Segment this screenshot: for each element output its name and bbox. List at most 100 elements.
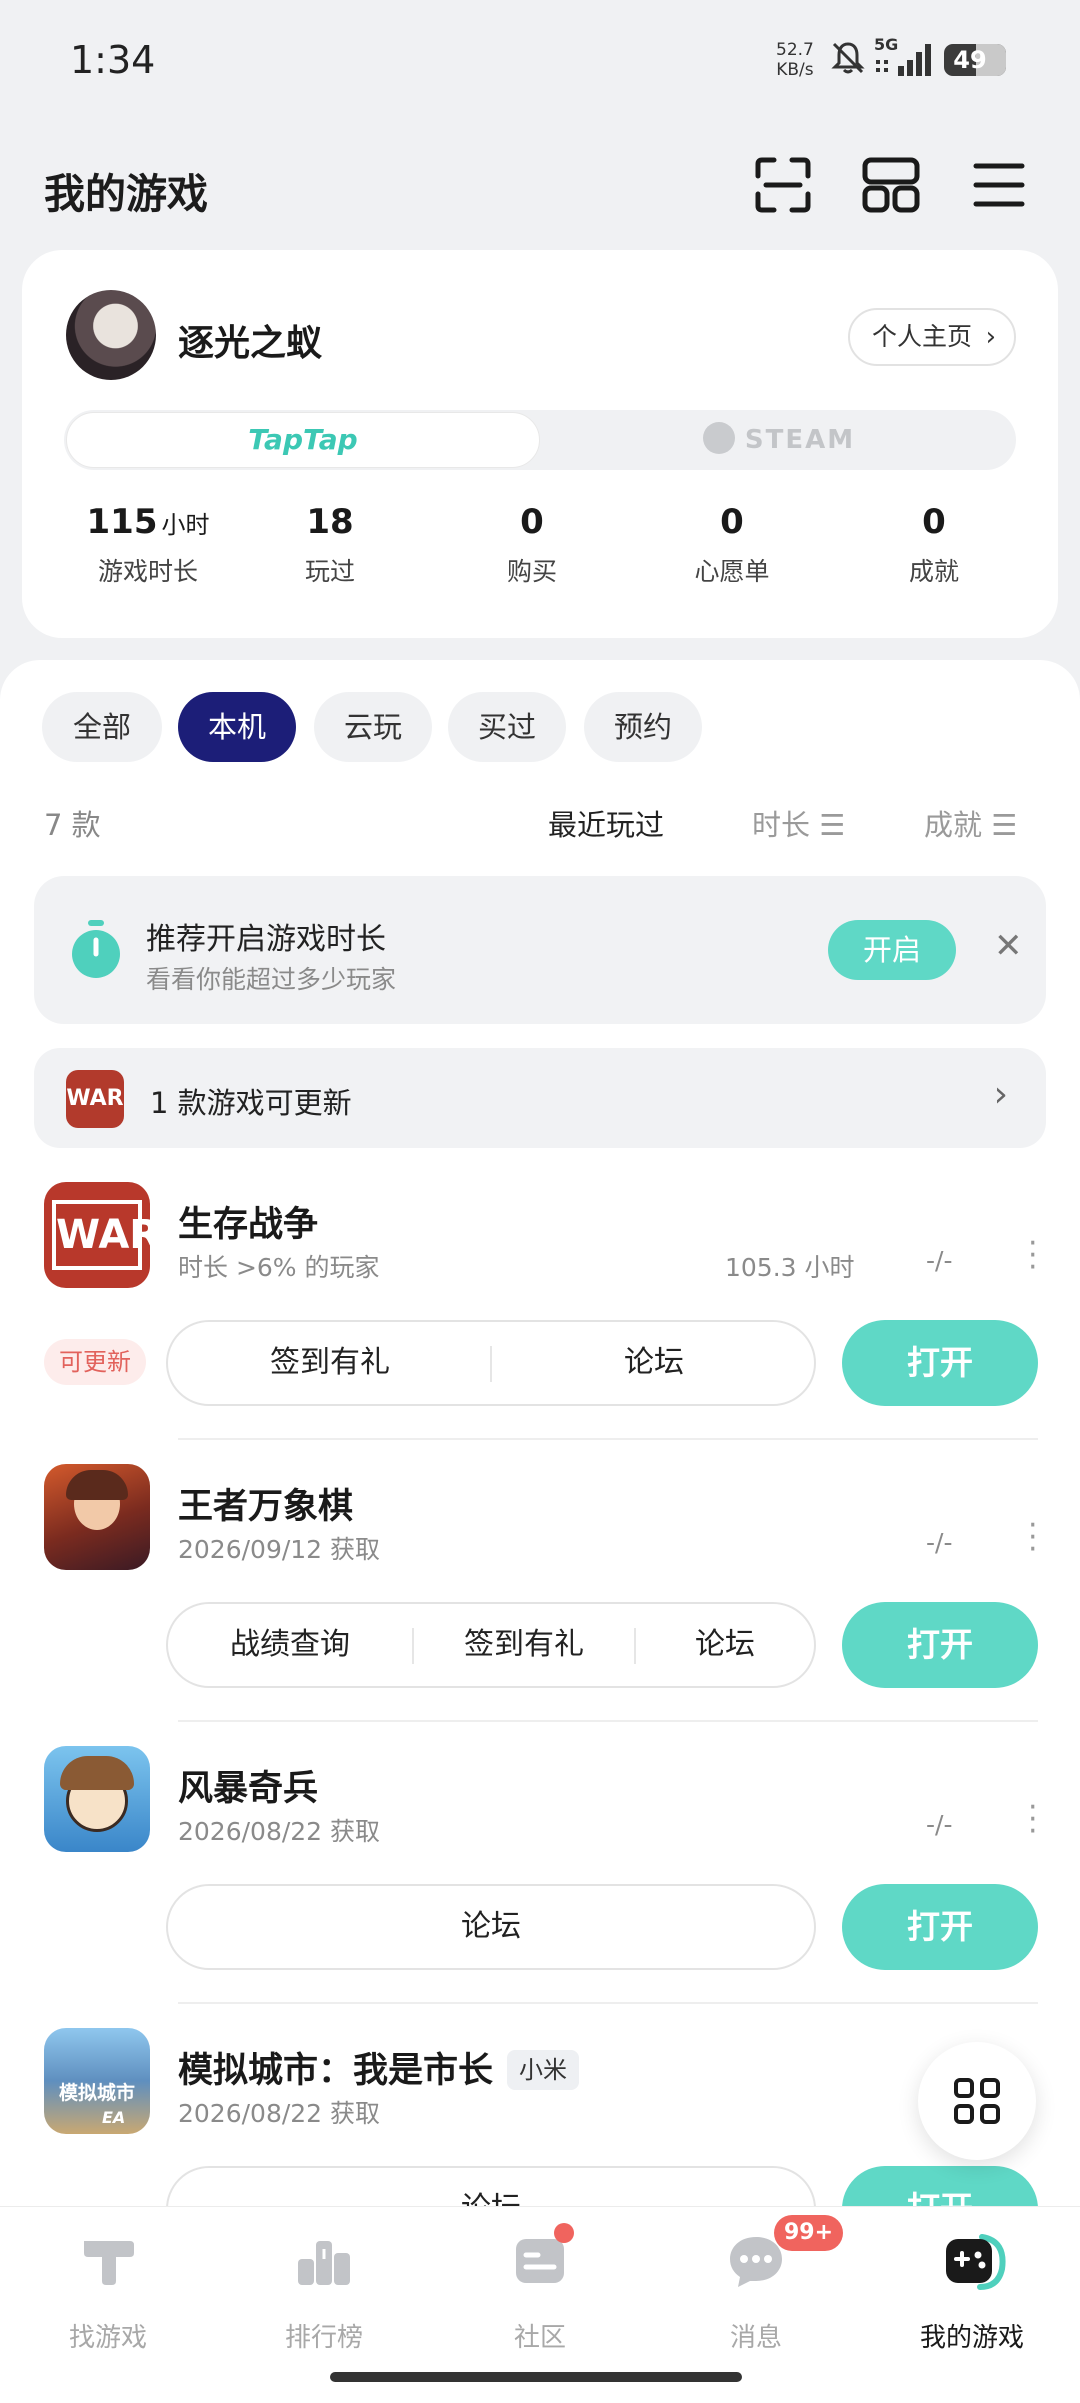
game-subtitle: 2026/08/22 获取 [178,2099,381,2128]
filter-tab-bought[interactable]: 买过 [448,692,566,762]
sort-recent[interactable]: 最近玩过 [548,802,664,844]
filter-tab-reserved[interactable]: 预约 [584,692,702,762]
signal-5g-icon: 5G [874,36,931,76]
chevron-right-icon: › [993,1074,1008,1115]
open-game-button[interactable]: 打开 [842,1320,1038,1406]
platform-steam-label: STEAM [744,425,856,455]
filter-tab-local[interactable]: 本机 [178,692,296,762]
menu-icon[interactable] [964,150,1034,220]
sort-icon: ☰ [991,808,1018,842]
update-available-bar[interactable]: WAR 1 款游戏可更新 › [34,1048,1046,1148]
updatable-tag: 可更新 [44,1339,146,1385]
nav-my-games[interactable]: 我的游戏 [864,2207,1080,2357]
game-icon-king-chess[interactable] [44,1464,150,1570]
open-game-button[interactable]: 打开 [842,1602,1038,1688]
match-record-button[interactable]: 战绩查询 [168,1604,412,1686]
game-icon-simcity[interactable]: 模拟城市 EA [44,2028,150,2134]
platform-tag: 小米 [507,2050,580,2090]
stat-playtime[interactable]: 115 小时 游戏时长 [48,502,248,588]
stat-achievements-value: 0 [922,502,946,542]
sort-achievement[interactable]: 成就 ☰ [924,802,1017,844]
game-actions: 战绩查询 签到有礼 论坛 [166,1602,816,1688]
game-item: 王者万象棋 2026/09/12 获取 -/- · · · 战绩查询 签到有礼 论坛… [0,1464,1080,1746]
filter-tab-cloud[interactable]: 云玩 [314,692,432,762]
status-bar: 1:34 52.7 KB/s 5G 49 [0,0,1080,120]
profile-card: 逐光之蚁 个人主页 › TapTap STEAM 115 小时 游戏时长 18 玩… [22,250,1058,638]
sort-duration[interactable]: 时长 ☰ [752,802,845,844]
game-name[interactable]: 生存战争 [178,1196,318,1247]
nav-community[interactable]: 社区 [432,2207,648,2357]
game-icon-text: WAR [52,1200,150,1270]
home-indicator[interactable] [330,2372,742,2382]
nav-messages-label: 消息 [729,2323,782,2353]
game-subtitle: 2026/09/12 获取 [178,1535,381,1564]
forum-button[interactable]: 论坛 [492,1322,816,1404]
stat-playtime-value: 115 [86,502,158,542]
game-score: -/- [926,1246,953,1275]
game-name[interactable]: 风暴奇兵 [178,1760,318,1811]
game-icon-survival-war[interactable]: WAR [44,1182,150,1288]
update-available-text: 1 款游戏可更新 [150,1086,352,1120]
game-name[interactable]: 模拟城市：我是市长 小米 [178,2042,580,2093]
stat-wishlist-label: 心愿单 [694,557,770,586]
close-icon[interactable]: ✕ [994,926,1023,966]
enable-playtime-button[interactable]: 开启 [828,920,956,980]
checkin-gift-button[interactable]: 签到有礼 [414,1604,634,1686]
network-speed-value: 52.7 [776,40,814,60]
nav-messages[interactable]: 99+ 消息 [648,2207,864,2357]
find-games-icon [84,2241,134,2285]
nav-leaderboard[interactable]: 排行榜 [216,2207,432,2357]
checkin-gift-button[interactable]: 签到有礼 [168,1322,492,1404]
filter-tab-all[interactable]: 全部 [42,692,162,762]
ea-logo: EA [102,2108,126,2127]
stat-purchased[interactable]: 0 购买 [432,502,632,588]
nav-my-games-label: 我的游戏 [919,2323,1024,2353]
avatar[interactable] [66,290,156,380]
battery-level: 49 [953,46,987,74]
messages-badge: 99+ [774,2215,844,2251]
personal-homepage-label: 个人主页 [872,322,973,351]
stat-purchased-value: 0 [520,502,544,542]
network-label: 5G [874,36,898,54]
more-options-icon[interactable]: · · · [1028,1793,1038,1847]
stat-played-label: 玩过 [304,557,355,586]
app-grid-fab[interactable] [918,2042,1036,2160]
nav-leaderboard-label: 排行榜 [284,2323,363,2353]
more-options-icon[interactable]: · · · [1028,1511,1038,1565]
nav-find-games[interactable]: 找游戏 [0,2207,216,2357]
game-name[interactable]: 王者万象棋 [178,1478,353,1529]
forum-button[interactable]: 论坛 [636,1604,814,1686]
chevron-right-icon: › [985,322,996,352]
game-list-sheet: 全部 本机 云玩 买过 预约 7 款 最近玩过 时长 ☰ 成就 ☰ 推荐开启游戏… [0,660,1080,2210]
platform-toggle: TapTap STEAM [64,410,1016,470]
tip-subtitle: 看看你能超过多少玩家 [146,965,397,994]
game-count: 7 款 [44,808,101,842]
stat-wishlist[interactable]: 0 心愿单 [632,502,832,588]
platform-taptap-tab[interactable]: TapTap [64,410,542,470]
scan-icon[interactable] [748,150,818,220]
tip-title: 推荐开启游戏时长 [146,922,386,957]
game-icon-text: 模拟城市 [58,2082,135,2104]
open-game-button[interactable]: 打开 [842,1884,1038,1970]
forum-button[interactable]: 论坛 [168,2168,814,2210]
stat-played[interactable]: 18 玩过 [230,502,430,588]
more-options-icon[interactable]: · · · [1028,1229,1038,1283]
stat-wishlist-value: 0 [720,502,744,542]
platform-steam-tab[interactable]: STEAM [542,410,1016,470]
network-speed-unit: KB/s [776,60,814,80]
layout-grid-icon[interactable] [856,150,926,220]
game-score: -/- [926,1810,953,1839]
game-icon-storm-soldier[interactable] [44,1746,150,1852]
personal-homepage-button[interactable]: 个人主页 › [848,308,1016,366]
stat-achievements[interactable]: 0 成就 [834,502,1034,588]
stat-playtime-label: 游戏时长 [97,557,198,586]
game-actions: 签到有礼 论坛 [166,1320,816,1406]
open-game-button[interactable]: 打开 [842,2166,1038,2210]
username[interactable]: 逐光之蚁 [178,314,322,366]
sort-duration-label: 时长 [752,808,811,842]
game-subtitle: 时长 >6% 的玩家 [178,1253,380,1282]
playtime-tip-card: 推荐开启游戏时长 看看你能超过多少玩家 开启 ✕ [34,876,1046,1024]
stat-playtime-unit: 小时 [161,511,210,539]
battery-icon: 49 [944,44,1006,76]
forum-button[interactable]: 论坛 [168,1886,814,1968]
